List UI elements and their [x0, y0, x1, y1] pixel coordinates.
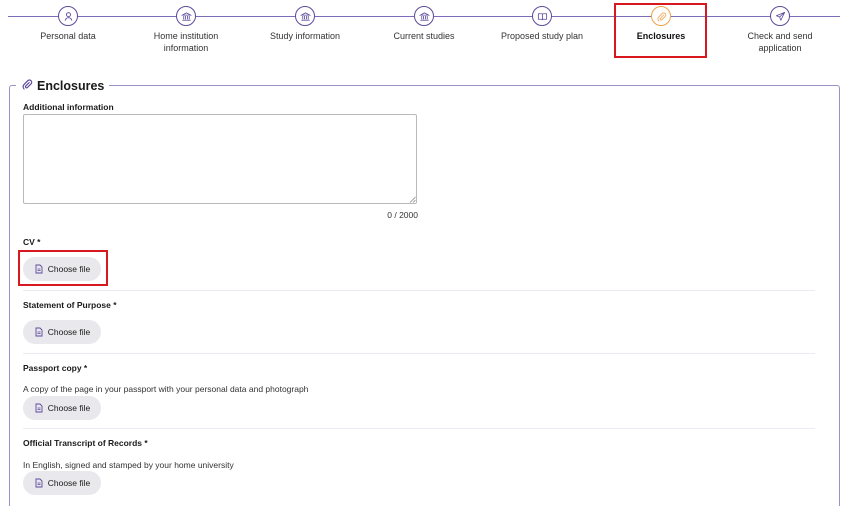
step-current-studies[interactable]: Current studies — [364, 6, 484, 42]
additional-info-label: Additional information — [23, 102, 114, 112]
step-label: Personal data — [40, 31, 96, 41]
institution-icon — [295, 6, 315, 26]
file-icon — [35, 327, 43, 337]
step-study-information[interactable]: Study information — [245, 6, 365, 42]
character-counter: 0 / 2000 — [387, 210, 418, 220]
paperclip-icon — [21, 77, 33, 95]
step-home-institution[interactable]: Home institution information — [126, 6, 246, 54]
cv-button-highlight — [18, 250, 108, 286]
institution-icon — [176, 6, 196, 26]
statement-choose-file-button[interactable]: Choose file — [23, 320, 101, 344]
choose-file-label: Choose file — [47, 478, 91, 488]
step-proposed-study-plan[interactable]: Proposed study plan — [482, 6, 602, 42]
send-icon — [770, 6, 790, 26]
section-title: Enclosures — [37, 79, 105, 93]
passport-copy-hint: A copy of the page in your passport with… — [23, 384, 309, 394]
file-icon — [35, 478, 43, 488]
step-label: Current studies — [393, 31, 455, 41]
resize-grip-icon[interactable] — [409, 196, 416, 203]
divider — [23, 428, 815, 429]
book-icon — [532, 6, 552, 26]
transcript-choose-file-button[interactable]: Choose file — [23, 471, 101, 495]
divider — [23, 290, 815, 291]
step-check-and-send[interactable]: Check and send application — [720, 6, 840, 54]
step-label: Home institution information — [153, 31, 219, 53]
person-icon — [58, 6, 78, 26]
section-legend: Enclosures — [16, 77, 110, 95]
step-label: Check and send application — [747, 31, 813, 53]
transcript-hint: In English, signed and stamped by your h… — [23, 460, 234, 470]
step-label: Proposed study plan — [500, 31, 584, 41]
statement-of-purpose-label: Statement of Purpose * — [23, 300, 117, 310]
cv-label: CV * — [23, 237, 41, 247]
step-personal-data[interactable]: Personal data — [8, 6, 128, 42]
enclosures-step-highlight — [614, 3, 707, 58]
step-label: Study information — [269, 31, 341, 41]
divider — [23, 353, 815, 354]
file-icon — [35, 403, 43, 413]
passport-choose-file-button[interactable]: Choose file — [23, 396, 101, 420]
choose-file-label: Choose file — [47, 327, 91, 337]
transcript-label: Official Transcript of Records * — [23, 438, 148, 448]
passport-copy-label: Passport copy * — [23, 363, 88, 373]
institution-icon — [414, 6, 434, 26]
choose-file-label: Choose file — [47, 403, 91, 413]
additional-info-textarea[interactable] — [23, 114, 417, 204]
application-stepper: Personal data Home institution informati… — [0, 0, 848, 62]
